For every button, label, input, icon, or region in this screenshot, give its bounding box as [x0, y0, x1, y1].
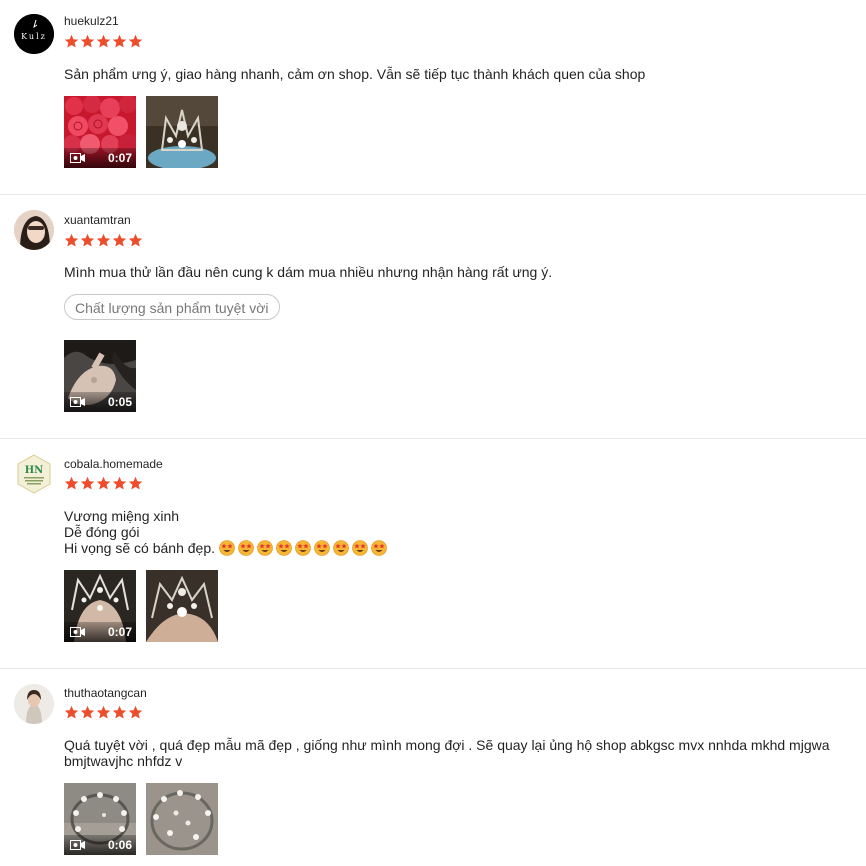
- video-camera-icon: [70, 840, 85, 850]
- svg-text:Kulz: Kulz: [21, 32, 47, 41]
- avatar[interactable]: Kulz: [14, 14, 54, 54]
- comment-line: Sản phẩm ưng ý, giao hàng nhanh, cảm ơn …: [64, 66, 646, 82]
- star-icon: [80, 233, 95, 248]
- star-icon: [64, 705, 79, 720]
- star-icon: [128, 476, 143, 491]
- star-icon: [80, 705, 95, 720]
- video-duration: 0:07: [107, 625, 132, 639]
- crown-image: [146, 96, 218, 168]
- comment-line: Dễ đóng gói: [64, 524, 140, 540]
- review-media: 0:07: [64, 570, 218, 642]
- star-icon: [96, 34, 111, 49]
- video-thumbnail[interactable]: 0:07: [64, 96, 136, 168]
- review-item: Kulz huekulz21 Sản phẩm ưng ý, giao hàng…: [0, 0, 866, 194]
- comment-line: bmjtwavjhc nhfdz v: [64, 753, 183, 769]
- review-comment: Quá tuyệt vời , quá đẹp mẫu mã đẹp , giố…: [64, 737, 844, 769]
- image-thumbnail[interactable]: [146, 570, 218, 642]
- review-comment: Mình mua thử lần đầu nên cung k dám mua …: [64, 264, 844, 280]
- star-icon: [128, 34, 143, 49]
- username[interactable]: xuantamtran: [64, 213, 131, 227]
- username[interactable]: cobala.homemade: [64, 457, 163, 471]
- review-comment: Sản phẩm ưng ý, giao hàng nhanh, cảm ơn …: [64, 66, 844, 82]
- comment-text: Hi vọng sẽ có bánh đẹp.: [64, 540, 215, 556]
- video-duration: 0:07: [107, 151, 132, 165]
- review-media: 0:06: [64, 783, 218, 855]
- image-thumbnail[interactable]: [146, 783, 218, 855]
- video-camera-icon: [70, 153, 85, 163]
- avatar[interactable]: [14, 210, 54, 250]
- rating-stars: [64, 233, 143, 248]
- emoji-row: [219, 540, 387, 556]
- image-thumbnail[interactable]: [146, 96, 218, 168]
- star-icon: [112, 233, 127, 248]
- review-tag: Chất lượng sản phẩm tuyệt vời: [64, 294, 280, 320]
- star-icon: [96, 233, 111, 248]
- star-struck-emoji: [257, 540, 273, 556]
- rating-stars: [64, 476, 143, 491]
- star-icon: [80, 34, 95, 49]
- username[interactable]: thuthaotangcan: [64, 686, 147, 700]
- video-overlay: 0:07: [64, 622, 136, 642]
- avatar[interactable]: [14, 684, 54, 724]
- rating-stars: [64, 34, 143, 49]
- user-photo: [14, 684, 54, 724]
- comment-line: Quá tuyệt vời , quá đẹp mẫu mã đẹp , giố…: [64, 737, 830, 753]
- review-item: xuantamtran Mình mua thử lần đầu nên cun…: [0, 195, 866, 438]
- video-thumbnail[interactable]: 0:07: [64, 570, 136, 642]
- video-camera-icon: [70, 397, 85, 407]
- username[interactable]: huekulz21: [64, 14, 119, 28]
- video-overlay: 0:06: [64, 835, 136, 855]
- pearl-headband-image: [146, 783, 218, 855]
- cobala-logo: HN: [17, 454, 51, 494]
- video-overlay: 0:05: [64, 392, 136, 412]
- star-icon: [128, 705, 143, 720]
- svg-text:HN: HN: [25, 465, 44, 476]
- video-duration: 0:05: [107, 395, 132, 409]
- review-media: 0:05: [64, 340, 136, 412]
- star-struck-emoji: [295, 540, 311, 556]
- review-comment: Vương miệng xinh Dễ đóng gói Hi vọng sẽ …: [64, 508, 844, 556]
- star-struck-emoji: [238, 540, 254, 556]
- kulz-logo: Kulz: [14, 14, 54, 54]
- star-icon: [128, 233, 143, 248]
- star-struck-emoji: [371, 540, 387, 556]
- comment-line: Mình mua thử lần đầu nên cung k dám mua …: [64, 264, 553, 280]
- star-struck-emoji: [219, 540, 235, 556]
- star-icon: [80, 476, 95, 491]
- user-photo: [14, 210, 54, 250]
- video-camera-icon: [70, 627, 85, 637]
- video-overlay: 0:07: [64, 148, 136, 168]
- star-icon: [64, 233, 79, 248]
- review-item: HN cobala.homemade Vương miệng xinh Dễ đ…: [0, 439, 866, 668]
- star-icon: [64, 476, 79, 491]
- star-struck-emoji: [352, 540, 368, 556]
- comment-line: Vương miệng xinh: [64, 508, 180, 524]
- video-thumbnail[interactable]: 0:05: [64, 340, 136, 412]
- star-struck-emoji: [333, 540, 349, 556]
- star-struck-emoji: [276, 540, 292, 556]
- star-icon: [96, 705, 111, 720]
- review-item: thuthaotangcan Quá tuyệt vời , quá đẹp m…: [0, 669, 866, 866]
- crown-closeup-image: [146, 570, 218, 642]
- star-icon: [112, 705, 127, 720]
- video-duration: 0:06: [107, 838, 132, 852]
- review-media: 0:07: [64, 96, 218, 168]
- rating-stars: [64, 705, 143, 720]
- star-icon: [64, 34, 79, 49]
- video-thumbnail[interactable]: 0:06: [64, 783, 136, 855]
- star-icon: [112, 34, 127, 49]
- star-icon: [96, 476, 111, 491]
- star-struck-emoji: [314, 540, 330, 556]
- avatar[interactable]: HN: [14, 454, 54, 494]
- star-icon: [112, 476, 127, 491]
- comment-line-with-emoji: Hi vọng sẽ có bánh đẹp.: [64, 540, 844, 556]
